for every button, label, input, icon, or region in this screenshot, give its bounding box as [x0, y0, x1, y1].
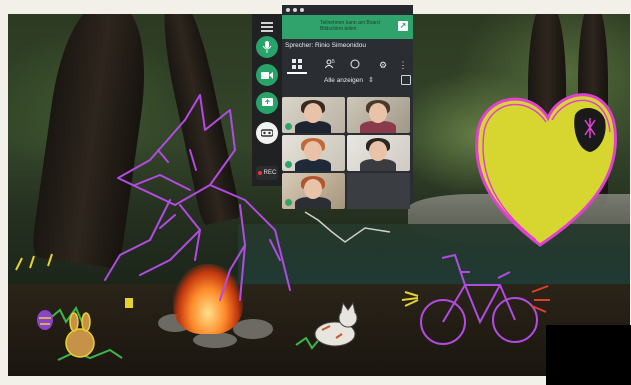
- settings-icon[interactable]: ⚙: [376, 59, 390, 71]
- egg-doodle: [37, 310, 53, 330]
- speaker-label: Sprecher: Rinio Simeonidou: [285, 42, 366, 49]
- microphone-icon: [262, 41, 272, 53]
- vr-button[interactable]: [256, 122, 278, 144]
- participant-video-tile[interactable]: [347, 97, 410, 133]
- window-dot-icon[interactable]: [286, 8, 290, 12]
- window-dot-icon[interactable]: [300, 8, 304, 12]
- record-button[interactable]: REC: [256, 166, 278, 180]
- share-screen-button[interactable]: [256, 92, 278, 114]
- more-icon[interactable]: ⋮: [396, 59, 410, 71]
- video-conference-panel: Teilnehmer kann am Board Bildschirm teil…: [282, 5, 413, 209]
- microphone-icon: [285, 123, 292, 130]
- banner-text: Teilnehmer kann am Board Bildschirm teil…: [320, 20, 380, 32]
- panel-tabs: 5 ⚙ ⋮: [282, 57, 413, 74]
- camera-icon: [261, 71, 273, 79]
- camera-button[interactable]: [256, 64, 278, 86]
- participants-icon[interactable]: 5: [320, 59, 340, 71]
- microphone-button[interactable]: [256, 36, 278, 58]
- cat-doodle: [314, 301, 358, 347]
- show-all-dropdown[interactable]: Alle anzeigen: [324, 77, 363, 84]
- active-tab-indicator: [287, 72, 307, 74]
- participant-video-tile[interactable]: [282, 135, 345, 171]
- corner-black-panel: [546, 325, 631, 385]
- chevron-updown-icon[interactable]: ⇕: [368, 76, 374, 84]
- grid-view-icon[interactable]: [290, 59, 304, 71]
- layout-icon[interactable]: [401, 75, 411, 85]
- vr-headset-icon: [261, 129, 273, 137]
- screenshot-root: REC Teilnehmer kann am Board Bildschirm …: [0, 0, 631, 385]
- meeting-sidebar: REC: [252, 14, 282, 186]
- lantern-doodle: [125, 298, 133, 308]
- record-label: REC: [263, 170, 277, 176]
- participants-count: 5: [332, 59, 335, 65]
- participant-video-tile[interactable]: [282, 173, 345, 209]
- panel-cable-scribble: [304, 211, 391, 243]
- expand-icon[interactable]: ↗: [398, 21, 408, 31]
- window-titlebar[interactable]: [282, 5, 413, 15]
- bicycle-drawing: [401, 253, 550, 345]
- participant-video-tile[interactable]: [282, 97, 345, 133]
- grass-doodles: [15, 253, 323, 361]
- window-dot-icon[interactable]: [293, 8, 297, 12]
- microphone-icon: [285, 161, 292, 168]
- notification-banner: Teilnehmer kann am Board Bildschirm teil…: [282, 15, 413, 39]
- microphone-icon: [285, 199, 292, 206]
- share-screen-icon: [261, 98, 273, 106]
- heart-drawing: [475, 93, 617, 247]
- menu-icon[interactable]: [261, 22, 273, 32]
- chat-icon[interactable]: [348, 59, 362, 71]
- empty-video-slot: [347, 173, 410, 209]
- participant-video-tile[interactable]: [347, 135, 410, 171]
- record-dot-icon: [257, 171, 262, 175]
